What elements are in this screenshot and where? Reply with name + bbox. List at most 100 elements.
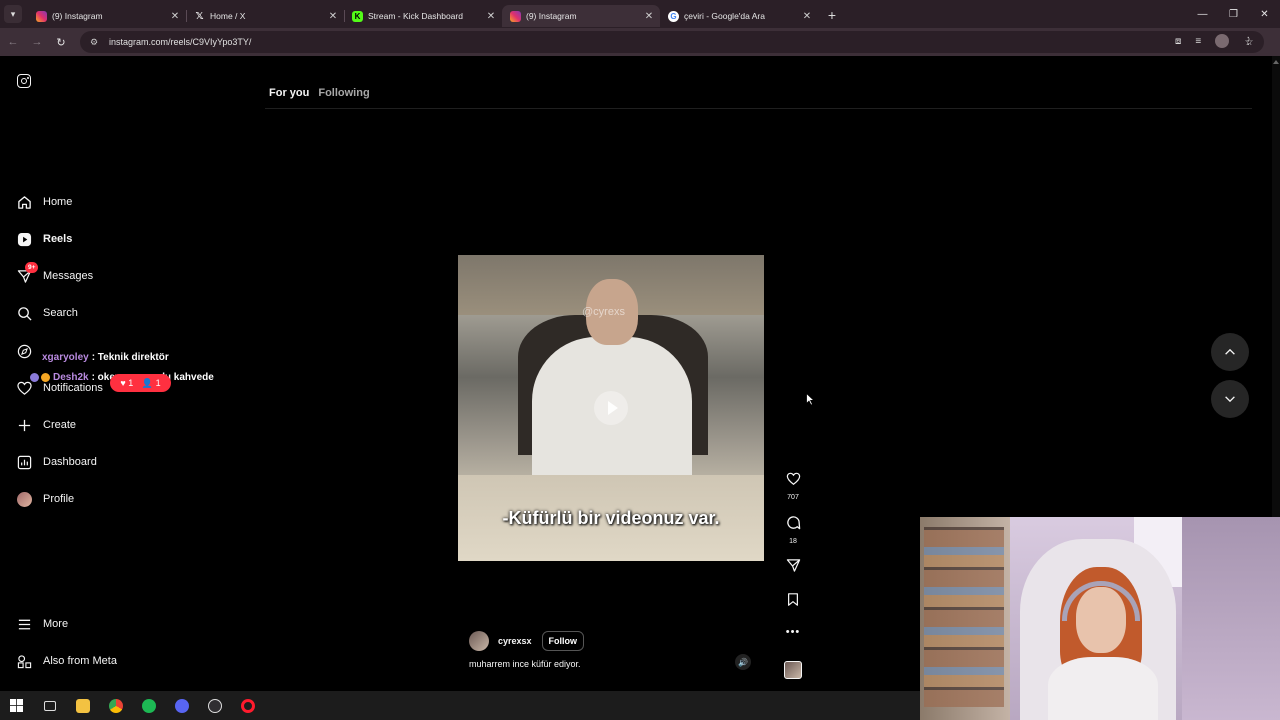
reel-caption: muharrem ince küfür ediyor.: [469, 659, 581, 669]
comment-action[interactable]: 18: [781, 515, 805, 545]
instagram-logo-icon[interactable]: [17, 74, 31, 88]
kick-icon: K: [352, 10, 363, 22]
sidebar-item-create[interactable]: Create: [16, 415, 76, 435]
url-text[interactable]: instagram.com/reels/C9VIyYpo3TY/: [109, 37, 1216, 47]
sidebar-item-reels[interactable]: Reels: [16, 229, 72, 249]
next-reel-button[interactable]: [1211, 380, 1249, 418]
sidebar-item-label: Also from Meta: [43, 655, 117, 667]
tab-title: (9) Instagram: [526, 11, 577, 21]
comment-icon[interactable]: [786, 515, 801, 535]
google-icon: G: [668, 10, 679, 22]
follow-button[interactable]: Follow: [541, 631, 585, 651]
previous-reel-button[interactable]: [1211, 333, 1249, 371]
video-watermark: @cyrexs: [582, 306, 625, 318]
opera-icon[interactable]: [231, 691, 264, 720]
sidebar-item-notifications[interactable]: Notifications: [16, 378, 103, 398]
discord-icon[interactable]: [165, 691, 198, 720]
chevron-down-icon: [1225, 396, 1235, 403]
extensions-icon[interactable]: ⧈: [1175, 36, 1181, 47]
browser-tab[interactable]: K Stream - Kick Dashboard ✕: [344, 5, 502, 27]
task-view-icon[interactable]: [33, 691, 66, 720]
search-icon: [16, 305, 32, 321]
chrome-icon[interactable]: [99, 691, 132, 720]
like-action[interactable]: 707: [781, 472, 805, 501]
tab-title: Home / X: [210, 11, 246, 21]
address-bar-row: ← → ↻ ⚙ instagram.com/reels/C9VIyYpo3TY/…: [0, 28, 1280, 56]
sidebar-item-search[interactable]: Search: [16, 303, 78, 323]
likes-value: 1: [128, 378, 134, 388]
audio-action[interactable]: [781, 661, 805, 679]
sidebar-item-label: More: [43, 618, 69, 630]
chat-message: xgaryoley : Teknik direktör: [28, 347, 214, 367]
plus-icon: [16, 417, 32, 433]
webcam-streamer-body: [1048, 657, 1158, 720]
save-action[interactable]: [781, 592, 805, 612]
tab-for-you[interactable]: For you: [269, 87, 309, 99]
webcam-bookshelf: [920, 517, 1010, 720]
share-action[interactable]: [781, 558, 805, 578]
heart-icon[interactable]: [786, 472, 801, 491]
reel-player[interactable]: @cyrexs -Küfürlü bir videonuz var. cyrex…: [458, 137, 764, 681]
browser-tab[interactable]: (9) Instagram ✕: [28, 5, 187, 27]
sidebar-item-label: Dashboard: [43, 456, 97, 468]
sidebar-item-label: Search: [43, 307, 78, 319]
follows-count: 👤 1: [141, 377, 161, 388]
file-explorer-icon[interactable]: [66, 691, 99, 720]
browser-tab-active[interactable]: (9) Instagram ✕: [502, 5, 660, 27]
play-icon[interactable]: [594, 391, 628, 425]
forward-icon[interactable]: →: [26, 31, 48, 53]
tab-search-button[interactable]: ▾: [4, 5, 22, 23]
author-name[interactable]: cyrexsx: [498, 636, 532, 646]
minimize-icon[interactable]: —: [1187, 0, 1218, 28]
more-dots-icon[interactable]: •••: [786, 626, 801, 638]
messages-icon: 9+: [16, 262, 39, 284]
spotify-icon[interactable]: [132, 691, 165, 720]
profile-avatar-icon[interactable]: [1215, 34, 1230, 48]
volume-icon[interactable]: 🔊: [735, 654, 751, 670]
close-icon[interactable]: ✕: [802, 11, 812, 22]
chevron-up-icon: [1225, 348, 1235, 355]
close-window-icon[interactable]: ✕: [1249, 0, 1280, 28]
close-icon[interactable]: ✕: [170, 11, 180, 22]
more-action[interactable]: •••: [781, 626, 805, 638]
share-icon[interactable]: [786, 558, 801, 578]
home-icon: [16, 194, 32, 210]
sidebar-item-home[interactable]: Home: [16, 192, 72, 212]
sidebar-item-messages[interactable]: 9+ Messages: [16, 262, 93, 286]
reel-video[interactable]: @cyrexs -Küfürlü bir videonuz var.: [458, 255, 764, 561]
notification-pill[interactable]: ♥ 1 👤 1: [110, 374, 171, 392]
tab-following[interactable]: Following: [318, 87, 369, 99]
close-icon[interactable]: ✕: [644, 11, 654, 22]
hamburger-menu-icon: [16, 616, 32, 632]
avatar-icon: [16, 491, 32, 507]
browser-tab[interactable]: G çeviri - Google'da Ara ✕: [660, 5, 818, 27]
site-info-icon[interactable]: ⚙: [86, 34, 102, 50]
webcam-room-right: [1182, 517, 1280, 720]
windows-start-icon[interactable]: [0, 691, 33, 720]
restore-icon[interactable]: ❐: [1218, 0, 1249, 28]
bookmark-icon[interactable]: [786, 592, 800, 612]
browser-tab[interactable]: 𝕏 Home / X ✕: [186, 5, 345, 27]
sidebar-more[interactable]: More: [16, 614, 68, 634]
close-icon[interactable]: ✕: [486, 11, 496, 22]
likes-count: ♥ 1: [120, 378, 134, 388]
x-icon: 𝕏: [195, 10, 204, 22]
scroll-up-icon[interactable]: [1273, 60, 1279, 64]
sidebar-item-dashboard[interactable]: Dashboard: [16, 452, 97, 472]
reload-icon[interactable]: ↻: [50, 31, 72, 53]
omnibox[interactable]: ⚙ instagram.com/reels/C9VIyYpo3TY/ ⧉ ☆: [80, 31, 1264, 53]
browser-tab-bar: ▾ (9) Instagram ✕ 𝕏 Home / X ✕ K Stream …: [0, 0, 1280, 28]
reels-icon: [16, 231, 32, 247]
sidebar-also-from-meta[interactable]: Also from Meta: [16, 651, 117, 671]
author-avatar[interactable]: [469, 631, 489, 651]
close-icon[interactable]: ✕: [328, 11, 338, 22]
back-icon[interactable]: ←: [2, 31, 24, 53]
sidebar-item-label: Reels: [43, 233, 73, 245]
new-tab-button[interactable]: +: [824, 7, 840, 23]
audio-thumbnail[interactable]: [784, 661, 802, 679]
obs-icon[interactable]: [198, 691, 231, 720]
window-controls: — ❐ ✕: [1187, 0, 1280, 28]
menu-kebab-icon[interactable]: ⋮: [1243, 36, 1253, 47]
media-controls-icon[interactable]: ≡: [1195, 36, 1201, 47]
sidebar-item-profile[interactable]: Profile: [16, 489, 74, 509]
